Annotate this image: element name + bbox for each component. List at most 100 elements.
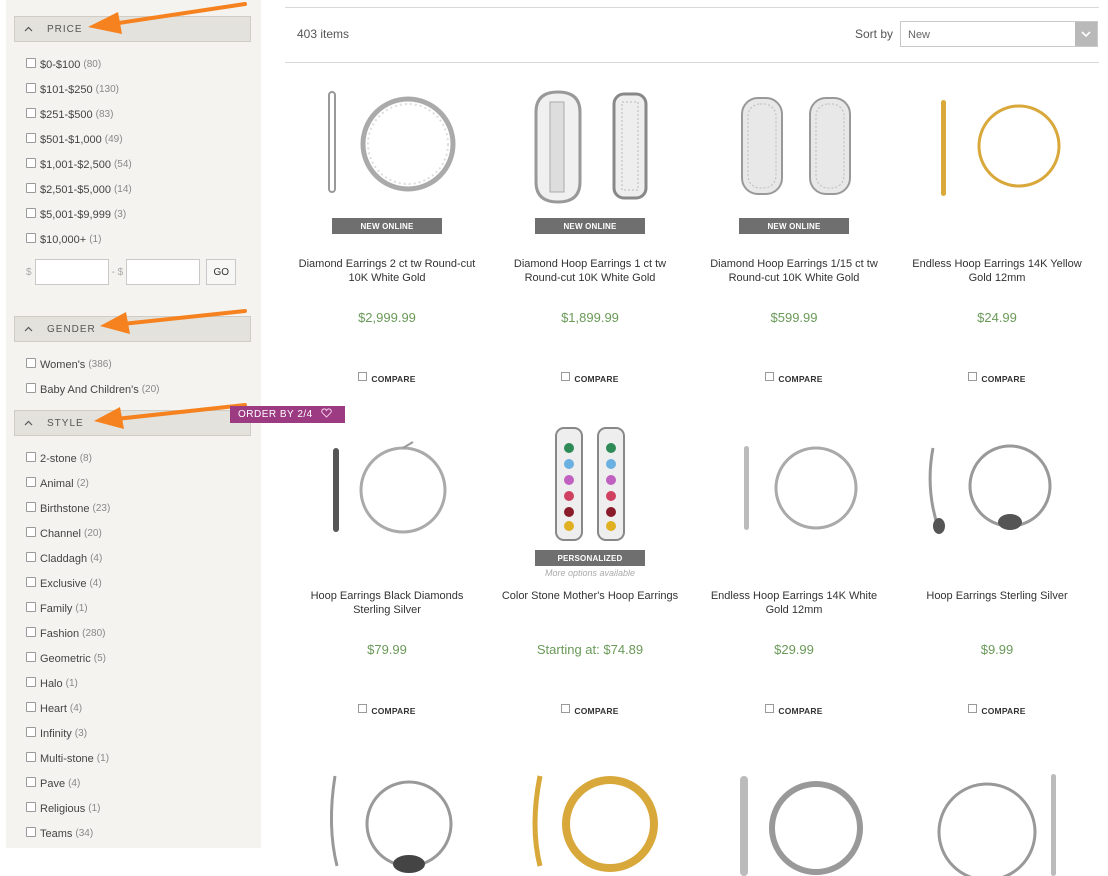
style-filter-option[interactable]: Religious (1)	[26, 796, 110, 821]
price-filter-option[interactable]: $101-$250 (130)	[26, 77, 132, 102]
product-card[interactable]	[285, 726, 489, 873]
checkbox[interactable]	[26, 751, 36, 762]
price-filter-option[interactable]: $1,001-$2,500 (54)	[26, 152, 132, 177]
checkbox[interactable]	[26, 651, 36, 662]
price-filter-option[interactable]: $5,001-$9,999 (3)	[26, 202, 132, 227]
compare-toggle[interactable]: COMPARE	[692, 703, 896, 716]
chevron-down-icon[interactable]	[1075, 22, 1097, 46]
checkbox[interactable]	[26, 601, 36, 612]
product-name[interactable]: Diamond Hoop Earrings 1/15 ct tw Round-c…	[704, 257, 884, 285]
price-filter-option[interactable]: $251-$500 (83)	[26, 102, 132, 127]
checkbox[interactable]	[26, 826, 36, 837]
product-card[interactable]: Hoop Earrings Black Diamonds Sterling Si…	[285, 394, 489, 726]
checkbox[interactable]	[26, 207, 36, 218]
style-filter-option[interactable]: 2-stone (8)	[26, 446, 110, 471]
product-image[interactable]	[692, 72, 896, 212]
style-filter-option[interactable]: Heart (4)	[26, 696, 110, 721]
style-filter-option[interactable]: Fashion (280)	[26, 621, 110, 646]
product-card[interactable]: NEW ONLINE Diamond Earrings 2 ct tw Roun…	[285, 62, 489, 394]
min-price-input[interactable]	[34, 259, 109, 285]
checkbox[interactable]	[26, 576, 36, 587]
product-card[interactable]: Endless Hoop Earrings 14K Yellow Gold 12…	[895, 62, 1099, 394]
compare-checkbox[interactable]	[561, 703, 571, 713]
compare-checkbox[interactable]	[358, 371, 368, 381]
compare-checkbox[interactable]	[358, 703, 368, 713]
facet-header-style[interactable]: STYLE	[14, 410, 251, 436]
price-filter-option[interactable]: $0-$100 (80)	[26, 52, 132, 77]
product-image[interactable]	[895, 72, 1099, 212]
checkbox[interactable]	[26, 726, 36, 737]
product-card[interactable]: Endless Hoop Earrings 14K White Gold 12m…	[692, 394, 896, 726]
checkbox[interactable]	[26, 107, 36, 118]
product-image[interactable]	[895, 736, 1099, 876]
checkbox[interactable]	[26, 382, 36, 393]
gender-filter-option[interactable]: Baby And Children's (20)	[26, 377, 160, 402]
product-image[interactable]	[285, 736, 489, 876]
checkbox[interactable]	[26, 501, 36, 512]
checkbox[interactable]	[26, 182, 36, 193]
checkbox[interactable]	[26, 357, 36, 368]
product-card[interactable]	[692, 726, 896, 876]
product-image[interactable]	[488, 736, 692, 876]
price-filter-option[interactable]: $10,000+ (1)	[26, 227, 132, 252]
go-button[interactable]: GO	[206, 259, 237, 285]
checkbox[interactable]	[26, 526, 36, 537]
compare-toggle[interactable]: COMPARE	[285, 371, 489, 384]
compare-toggle[interactable]: COMPARE	[895, 371, 1099, 384]
max-price-input[interactable]	[126, 259, 201, 285]
compare-toggle[interactable]: COMPARE	[488, 371, 692, 384]
compare-toggle[interactable]: COMPARE	[692, 371, 896, 384]
style-filter-option[interactable]: Family (1)	[26, 596, 110, 621]
compare-toggle[interactable]: COMPARE	[488, 703, 692, 716]
checkbox[interactable]	[26, 82, 36, 93]
price-filter-option[interactable]: $501-$1,000 (49)	[26, 127, 132, 152]
checkbox[interactable]	[26, 626, 36, 637]
compare-toggle[interactable]: COMPARE	[285, 703, 489, 716]
style-filter-option[interactable]: Pave (4)	[26, 771, 110, 796]
style-filter-option[interactable]: Channel (20)	[26, 521, 110, 546]
price-filter-option[interactable]: $2,501-$5,000 (14)	[26, 177, 132, 202]
product-card[interactable]	[488, 726, 692, 872]
style-filter-option[interactable]: Geometric (5)	[26, 646, 110, 671]
product-card[interactable]: NEW ONLINE Diamond Hoop Earrings 1 ct tw…	[488, 62, 692, 394]
style-filter-option[interactable]: Exclusive (4)	[26, 571, 110, 596]
checkbox[interactable]	[26, 701, 36, 712]
checkbox[interactable]	[26, 57, 36, 68]
sort-dropdown[interactable]: New	[900, 21, 1098, 47]
product-name[interactable]: Hoop Earrings Sterling Silver	[907, 589, 1087, 603]
product-name[interactable]: Endless Hoop Earrings 14K White Gold 12m…	[704, 589, 884, 617]
checkbox[interactable]	[26, 232, 36, 243]
product-card[interactable]: PERSONALIZED More options available Colo…	[488, 394, 692, 726]
style-filter-option[interactable]: Claddagh (4)	[26, 546, 110, 571]
product-image[interactable]	[285, 404, 489, 544]
product-card[interactable]: NEW ONLINE Diamond Hoop Earrings 1/15 ct…	[692, 62, 896, 394]
facet-header-gender[interactable]: GENDER	[14, 316, 251, 342]
product-image[interactable]	[488, 404, 692, 544]
facet-header-price[interactable]: PRICE	[14, 16, 251, 42]
compare-checkbox[interactable]	[968, 703, 978, 713]
checkbox[interactable]	[26, 676, 36, 687]
product-image[interactable]	[488, 72, 692, 212]
product-image[interactable]	[692, 736, 896, 876]
compare-checkbox[interactable]	[561, 371, 571, 381]
compare-checkbox[interactable]	[765, 371, 775, 381]
product-image[interactable]	[285, 72, 489, 212]
checkbox[interactable]	[26, 132, 36, 143]
style-filter-option[interactable]: Birthstone (23)	[26, 496, 110, 521]
product-name[interactable]: Diamond Earrings 2 ct tw Round-cut 10K W…	[297, 257, 477, 285]
compare-checkbox[interactable]	[968, 371, 978, 381]
product-name[interactable]: Diamond Hoop Earrings 1 ct tw Round-cut …	[500, 257, 680, 285]
style-filter-option[interactable]: Multi-stone (1)	[26, 746, 110, 771]
checkbox[interactable]	[26, 451, 36, 462]
checkbox[interactable]	[26, 801, 36, 812]
style-filter-option[interactable]: Animal (2)	[26, 471, 110, 496]
checkbox[interactable]	[26, 157, 36, 168]
product-name[interactable]: Endless Hoop Earrings 14K Yellow Gold 12…	[907, 257, 1087, 285]
product-card[interactable]: Hoop Earrings Sterling Silver $9.99 COMP…	[895, 394, 1099, 726]
checkbox[interactable]	[26, 476, 36, 487]
style-filter-option[interactable]: Teams (34)	[26, 821, 110, 846]
style-filter-option[interactable]: Infinity (3)	[26, 721, 110, 746]
product-image[interactable]	[692, 404, 896, 544]
compare-checkbox[interactable]	[765, 703, 775, 713]
product-card[interactable]	[895, 726, 1099, 876]
